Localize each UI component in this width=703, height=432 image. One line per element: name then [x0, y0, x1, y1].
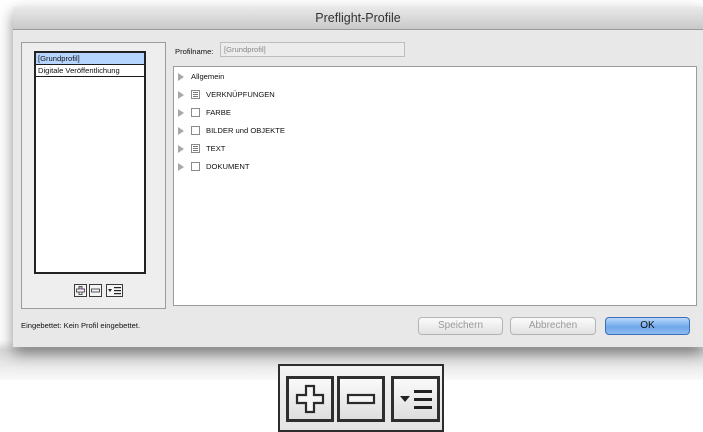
tree-row-text[interactable]: TEXT: [174, 143, 374, 155]
magnified-new-profile-button: [286, 376, 334, 422]
tree-row-bilder-und-objekte[interactable]: BILDER und OBJEKTE: [174, 125, 374, 137]
disclosure-triangle-icon[interactable]: [178, 91, 184, 99]
menu-icon: [399, 390, 432, 409]
disclosure-triangle-icon[interactable]: [178, 109, 184, 117]
disclosure-triangle-icon[interactable]: [178, 145, 184, 153]
profile-details: Profilname: [Grundprofil] Allgemein VERK…: [173, 42, 698, 307]
tree-row-label: FARBE: [206, 108, 231, 117]
menu-icon: [108, 287, 121, 295]
preflight-profiles-dialog: Preflight-Profile [Grundprofil] Digitale…: [13, 7, 703, 347]
magnified-delete-profile-button: [337, 376, 385, 422]
tree-row-label: Allgemein: [191, 72, 225, 81]
ok-button[interactable]: OK: [605, 317, 690, 335]
disclosure-triangle-icon[interactable]: [178, 127, 184, 135]
tree-row-dokument[interactable]: DOKUMENT: [174, 161, 374, 173]
profile-list[interactable]: [Grundprofil] Digitale Veröffentlichung: [34, 51, 146, 274]
checkbox[interactable]: [191, 162, 200, 171]
window-title: Preflight-Profile: [13, 7, 703, 30]
tree-row-label: BILDER und OBJEKTE: [206, 126, 285, 135]
rules-tree: Allgemein VERKNÜPFUNGEN FARBE BILDER und…: [173, 66, 697, 306]
minus-icon: [91, 288, 100, 293]
profile-list-item-grundprofil[interactable]: [Grundprofil]: [36, 53, 144, 65]
profile-name-label: Profilname:: [175, 47, 214, 56]
checkbox[interactable]: [191, 108, 200, 117]
mixed-checkbox[interactable]: [191, 144, 200, 153]
mixed-checkbox[interactable]: [191, 90, 200, 99]
new-profile-button[interactable]: [74, 284, 87, 297]
cancel-button[interactable]: Abbrechen: [510, 317, 596, 335]
tree-row-allgemein[interactable]: Allgemein: [174, 71, 374, 83]
profile-list-item-digitale-veroeffentlichung[interactable]: Digitale Veröffentlichung: [36, 65, 144, 77]
tree-row-label: DOKUMENT: [206, 162, 250, 171]
profile-name-field[interactable]: [Grundprofil]: [220, 42, 405, 57]
profile-list-panel: [Grundprofil] Digitale Veröffentlichung: [21, 42, 166, 309]
tree-row-verknuepfungen[interactable]: VERKNÜPFUNGEN: [174, 89, 374, 101]
plus-icon: [295, 384, 325, 414]
tree-row-label: TEXT: [206, 144, 226, 153]
profile-menu-button[interactable]: [106, 284, 123, 297]
magnified-list-buttons: [278, 364, 444, 432]
delete-profile-button[interactable]: [89, 284, 102, 297]
tree-row-label: VERKNÜPFUNGEN: [206, 90, 275, 99]
disclosure-triangle-icon[interactable]: [178, 73, 184, 81]
plus-icon: [76, 286, 85, 295]
save-button[interactable]: Speichern: [418, 317, 503, 335]
magnified-profile-menu-button: [391, 376, 440, 422]
tree-row-farbe[interactable]: FARBE: [174, 107, 374, 119]
checkbox[interactable]: [191, 126, 200, 135]
disclosure-triangle-icon[interactable]: [178, 163, 184, 171]
embedded-status-text: Eingebettet: Kein Profil eingebettet.: [21, 321, 141, 330]
minus-icon: [346, 393, 376, 405]
